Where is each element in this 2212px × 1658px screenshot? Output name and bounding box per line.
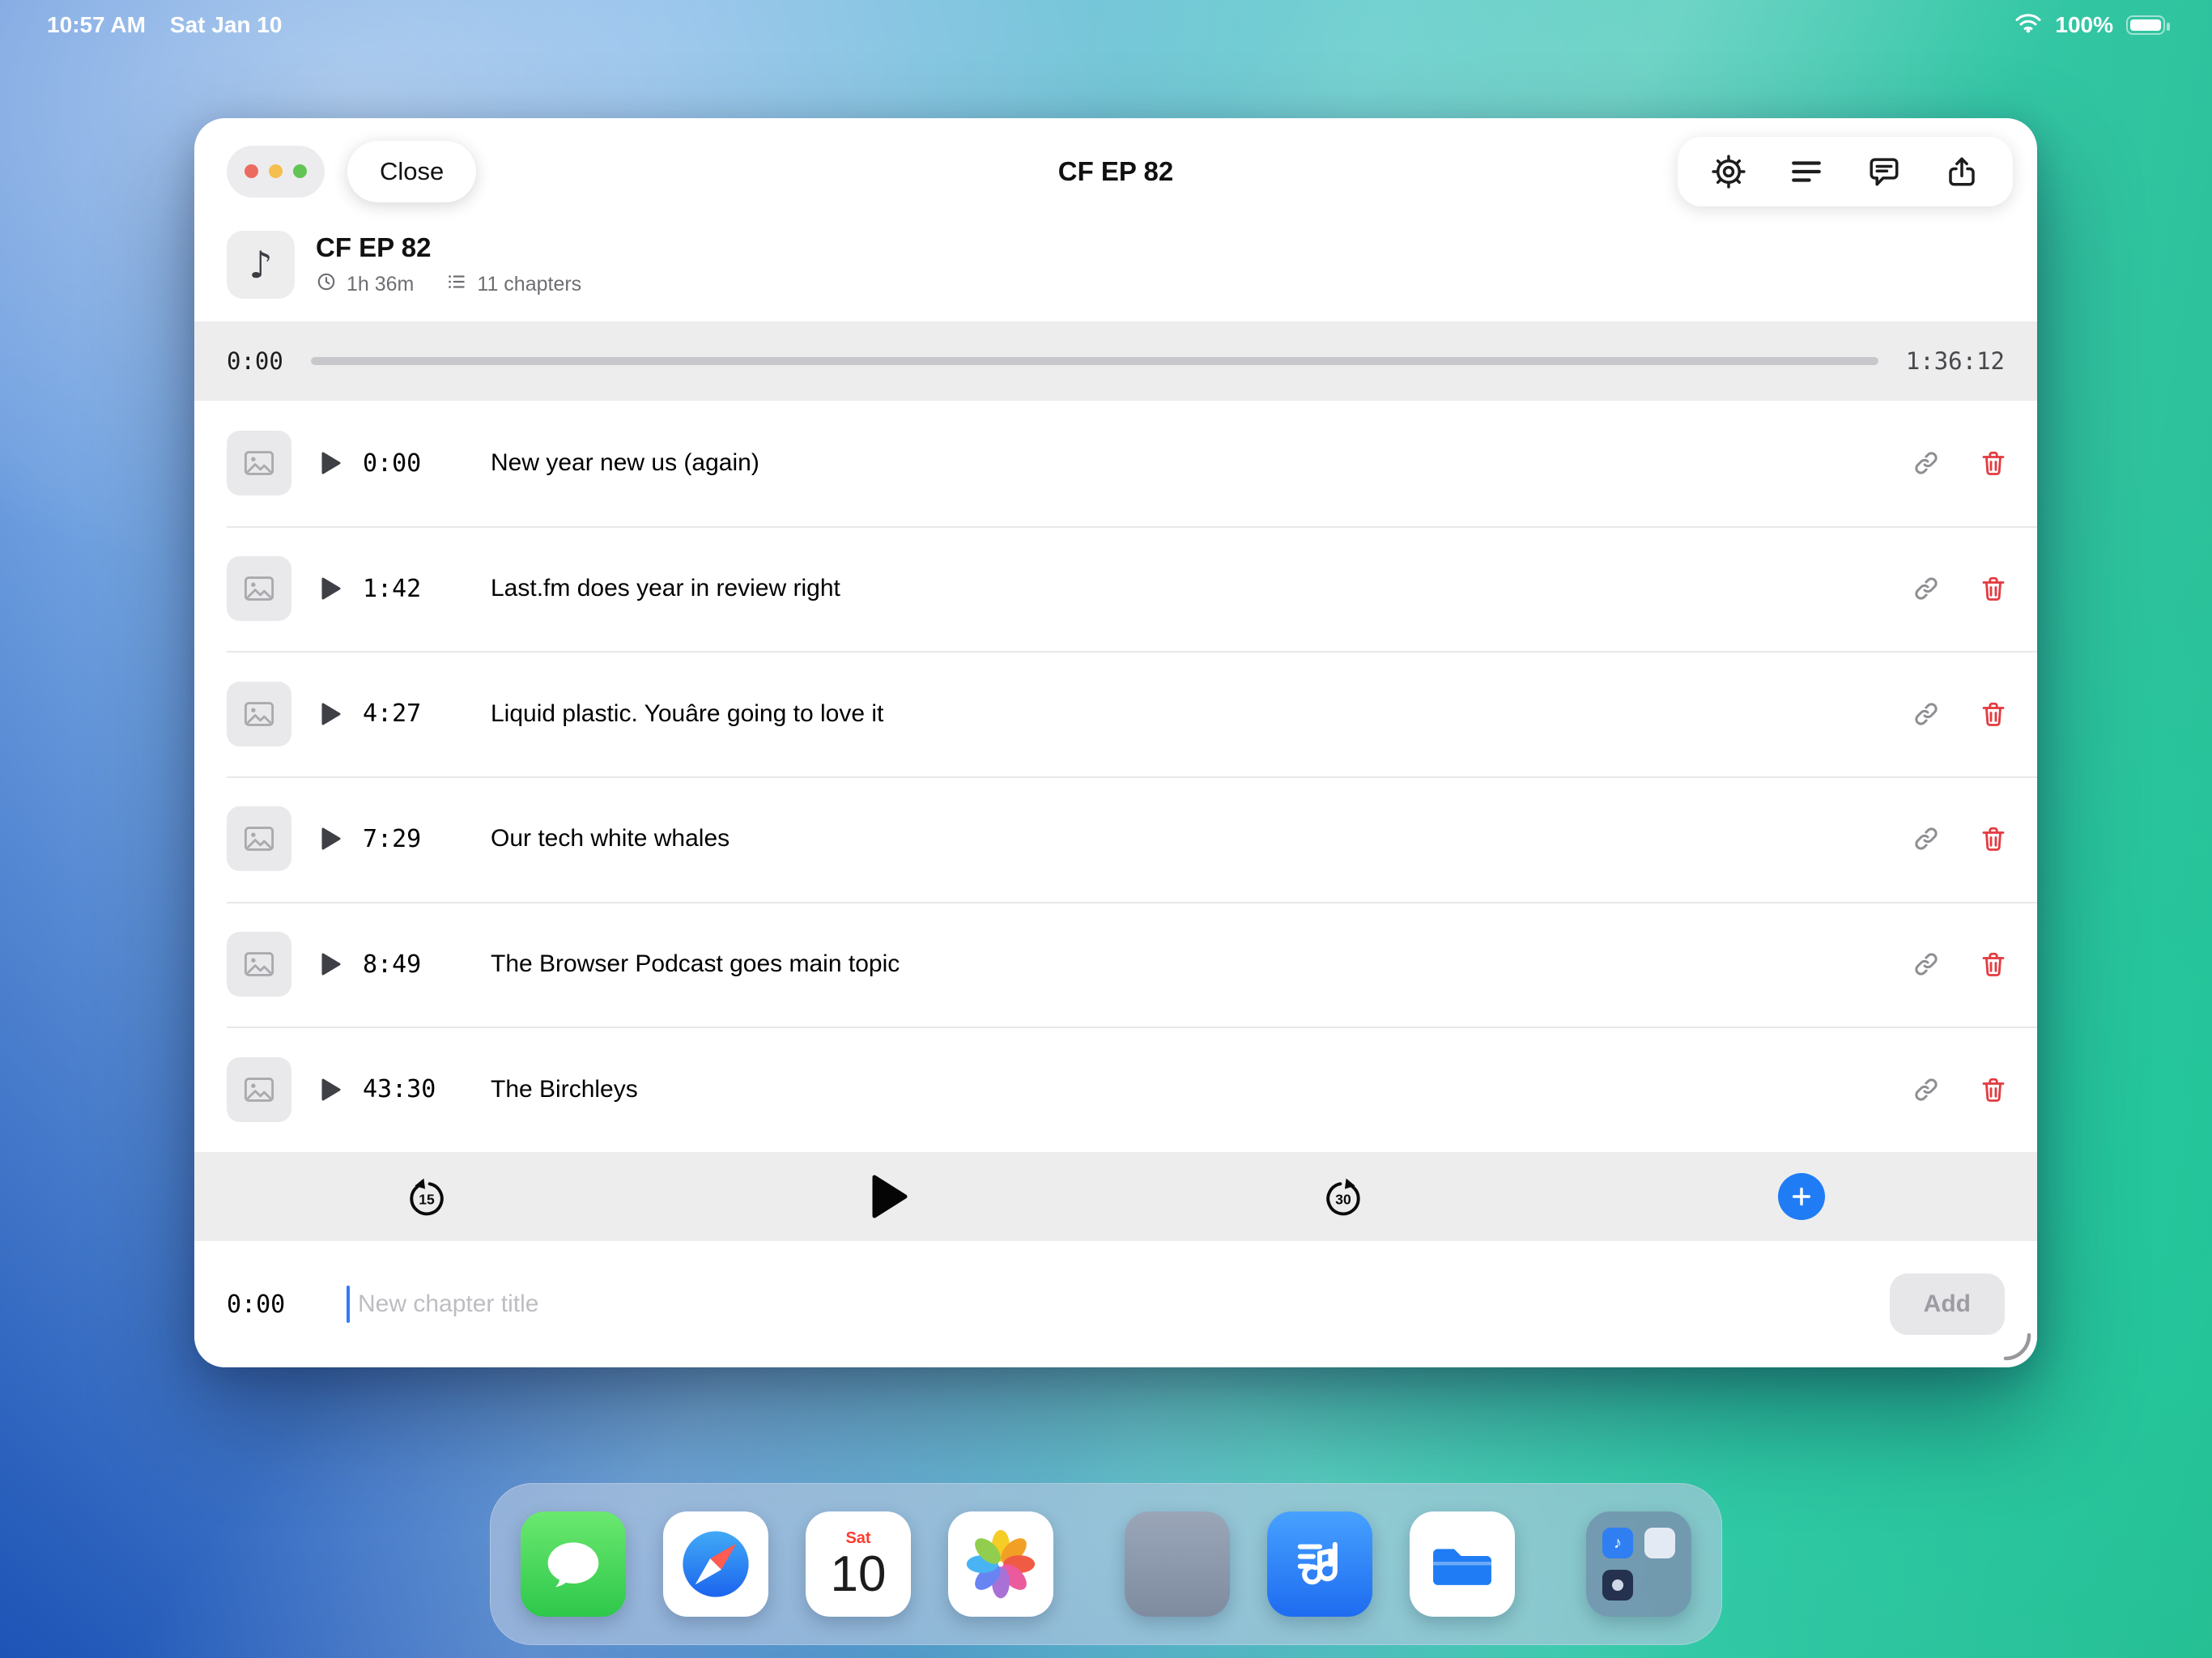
chapter-artwork-placeholder[interactable] (227, 1056, 291, 1122)
skip-forward-label: 30 (1335, 1192, 1351, 1208)
chapter-artwork-placeholder[interactable] (227, 431, 291, 496)
new-chapter-composer: 0:00 Add (194, 1241, 2037, 1367)
chapter-link-icon[interactable] (1912, 575, 1940, 602)
status-bar: 10:57 AM Sat Jan 10 100% (0, 0, 2212, 50)
chapter-count-icon (446, 271, 467, 298)
chapter-title[interactable]: The Browser Podcast goes main topic (491, 950, 900, 978)
add-chapter-button[interactable] (1778, 1173, 1825, 1220)
chapter-delete-button[interactable] (1979, 574, 2008, 603)
chapter-play-button[interactable] (321, 451, 342, 475)
chapter-time: 4:27 (363, 699, 422, 729)
comment-icon[interactable] (1867, 155, 1901, 189)
photos-app-icon[interactable] (948, 1511, 1053, 1617)
share-icon[interactable] (1945, 155, 1979, 189)
episode-duration: 1h 36m (347, 272, 415, 295)
chapter-list: 0:00 New year new us (again) 1:42 Last.f… (194, 401, 2037, 1152)
safari-app-icon[interactable] (663, 1511, 768, 1617)
chapter-artwork-placeholder[interactable] (227, 556, 291, 621)
progress-track[interactable] (310, 357, 1878, 365)
music-note-icon: ♪ (227, 231, 295, 299)
calendar-app-icon[interactable]: Sat 10 (806, 1511, 911, 1617)
chapter-row: 8:49 The Browser Podcast goes main topic (194, 901, 2037, 1027)
chapter-delete-button[interactable] (1979, 699, 2008, 729)
window-header: Close CF EP 82 (194, 118, 2037, 224)
chapter-link-icon[interactable] (1912, 950, 1940, 978)
chapter-play-button[interactable] (321, 1078, 342, 1102)
wifi-icon (2014, 12, 2042, 39)
progress-strip: 0:00 1:36:12 (194, 321, 2037, 401)
skip-back-label: 15 (419, 1192, 435, 1208)
chapter-play-button[interactable] (321, 576, 342, 601)
chapter-row: 43:30 The Birchleys (194, 1027, 2037, 1152)
resize-handle-icon[interactable] (2000, 1329, 2032, 1366)
player-bar: 15 30 (194, 1152, 2037, 1241)
calendar-weekday: Sat (845, 1528, 871, 1547)
chapter-row: 7:29 Our tech white whales (194, 776, 2037, 902)
new-chapter-title-input[interactable] (358, 1290, 1865, 1318)
chapter-row: 4:27 Liquid plastic. Youâre going to lov… (194, 651, 2037, 776)
chapter-time: 1:42 (363, 574, 422, 603)
chapter-play-button[interactable] (321, 827, 342, 851)
chapter-delete-button[interactable] (1979, 1075, 2008, 1104)
skip-forward-30-button[interactable]: 30 (1320, 1173, 1367, 1220)
text-caret (347, 1286, 350, 1323)
episode-info: ♪ CF EP 82 1h 36m 11 chapters (194, 224, 2037, 321)
chapter-delete-button[interactable] (1979, 950, 2008, 979)
status-time: 10:57 AM (47, 12, 146, 37)
chapter-delete-button[interactable] (1979, 824, 2008, 853)
chapter-time: 7:29 (363, 824, 422, 853)
chapter-time: 8:49 (363, 950, 422, 979)
chapter-title[interactable]: Liquid plastic. Youâre going to love it (491, 700, 883, 728)
chapter-link-icon[interactable] (1912, 825, 1940, 852)
close-button[interactable]: Close (347, 140, 477, 202)
progress-elapsed: 0:00 (227, 347, 283, 375)
chapter-artwork-placeholder[interactable] (227, 681, 291, 746)
music-playlists-app-icon[interactable] (1267, 1511, 1372, 1617)
chapter-title[interactable]: The Birchleys (491, 1076, 638, 1103)
chapter-play-button[interactable] (321, 952, 342, 976)
dock: Sat 10 ♪ (490, 1483, 1722, 1645)
app-library-folder[interactable]: ♪ (1586, 1511, 1691, 1617)
chapter-time: 43:30 (363, 1075, 436, 1104)
queue-list-icon[interactable] (1789, 155, 1823, 189)
chapter-link-icon[interactable] (1912, 700, 1940, 728)
header-toolbar (1678, 136, 2013, 206)
chapter-title[interactable]: New year new us (again) (491, 449, 759, 477)
chapter-time: 0:00 (363, 449, 422, 478)
settings-gear-icon[interactable] (1712, 154, 1746, 189)
messages-app-icon[interactable] (521, 1511, 626, 1617)
episode-chapter-count: 11 chapters (477, 272, 582, 295)
new-chapter-time: 0:00 (227, 1290, 286, 1319)
clock-icon (316, 271, 337, 298)
placeholder-app-icon[interactable] (1125, 1511, 1230, 1617)
podcast-chapters-window: Close CF EP 82 ♪ CF EP 82 1h 36m 11 chap… (194, 118, 2037, 1367)
chapter-row: 0:00 New year new us (again) (194, 401, 2037, 526)
battery-percent: 100% (2055, 12, 2113, 37)
play-button[interactable] (871, 1174, 908, 1219)
chapter-delete-button[interactable] (1979, 449, 2008, 478)
calendar-day: 10 (830, 1545, 887, 1602)
files-app-icon[interactable] (1410, 1511, 1515, 1617)
chapter-title[interactable]: Last.fm does year in review right (491, 575, 840, 602)
chapter-artwork-placeholder[interactable] (227, 932, 291, 997)
progress-total: 1:36:12 (1905, 347, 2005, 375)
chapter-link-icon[interactable] (1912, 1076, 1940, 1103)
chapter-title[interactable]: Our tech white whales (491, 825, 730, 852)
chapter-play-button[interactable] (321, 702, 342, 726)
episode-title: CF EP 82 (316, 232, 432, 262)
chapter-link-icon[interactable] (1912, 449, 1940, 477)
battery-icon (2126, 15, 2170, 35)
skip-back-15-button[interactable]: 15 (403, 1173, 450, 1220)
add-button[interactable]: Add (1889, 1273, 2005, 1335)
chapter-row: 1:42 Last.fm does year in review right (194, 525, 2037, 652)
chapter-artwork-placeholder[interactable] (227, 806, 291, 872)
status-date: Sat Jan 10 (169, 12, 283, 37)
